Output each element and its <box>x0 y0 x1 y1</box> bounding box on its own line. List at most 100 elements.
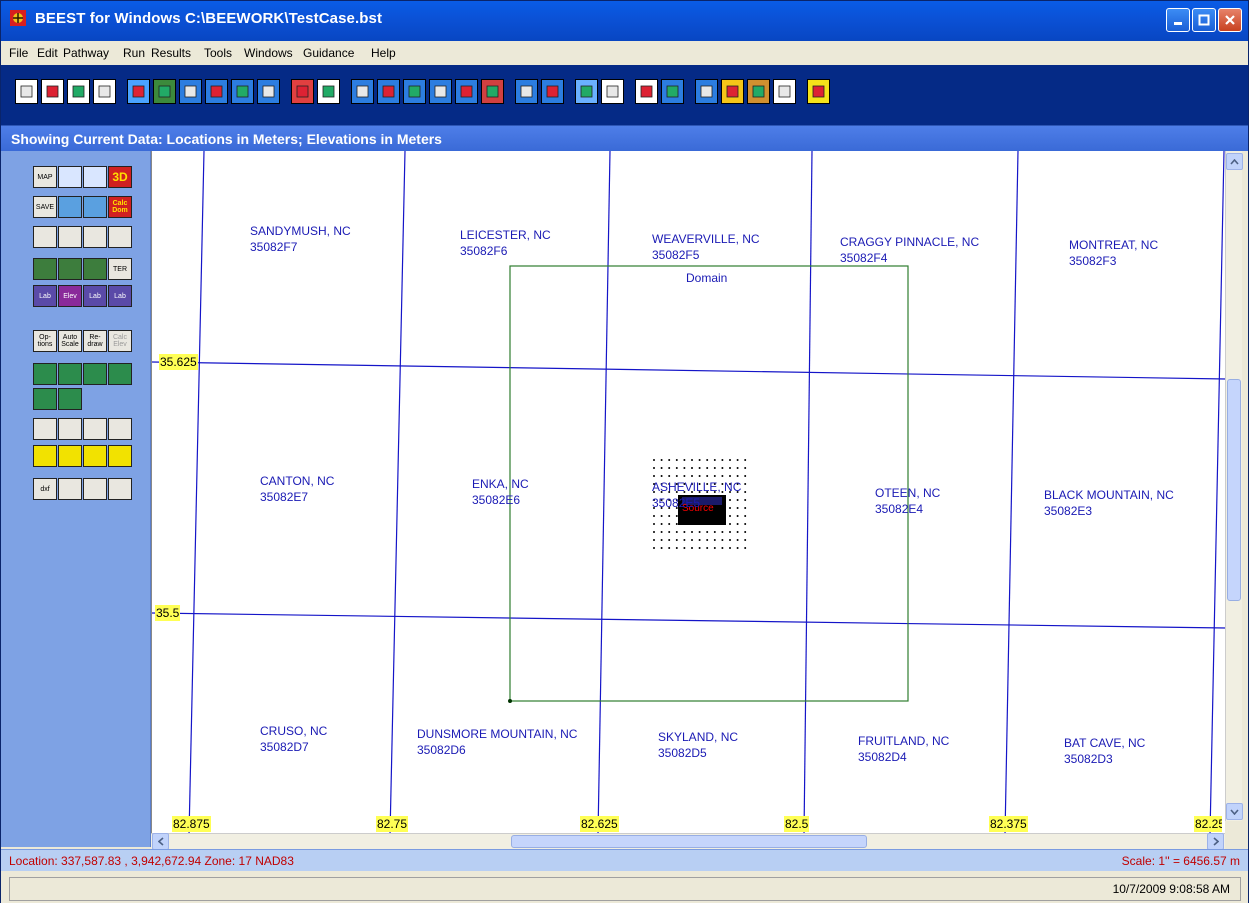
horizontal-scroll-thumb[interactable] <box>511 835 867 848</box>
save-tool-button[interactable] <box>67 79 90 104</box>
terrain-palette-button[interactable] <box>33 258 57 280</box>
plot-out-tool-button[interactable] <box>601 79 624 104</box>
menu-pathway[interactable]: Pathway <box>63 46 109 60</box>
elevation-tool-button[interactable] <box>231 79 254 104</box>
copy-palette-button[interactable] <box>58 478 82 500</box>
elev-palette-button[interactable]: Elev <box>58 285 82 307</box>
pan-hand-palette-button[interactable] <box>108 226 132 248</box>
points-tool-button[interactable] <box>179 79 202 104</box>
palette-row <box>33 418 132 440</box>
scroll-right-button[interactable] <box>1207 833 1224 850</box>
aermet-tool-button[interactable] <box>377 79 400 104</box>
line-palette-button[interactable] <box>108 445 132 467</box>
area-palette-button[interactable] <box>33 445 57 467</box>
dxf-palette-button[interactable]: dxf <box>33 478 57 500</box>
label-tool-button[interactable] <box>257 79 280 104</box>
contour-tool-button[interactable] <box>205 79 228 104</box>
calc-elev-palette-button[interactable]: Calc Elev <box>108 330 132 352</box>
aer-tool-button[interactable] <box>455 79 478 104</box>
zoom-out-palette-button[interactable] <box>58 226 82 248</box>
vertical-scroll-thumb[interactable] <box>1227 379 1241 601</box>
view-tool-button[interactable] <box>575 79 598 104</box>
autoscale-palette-button[interactable]: Auto Scale <box>58 330 82 352</box>
import-tool-button[interactable] <box>515 79 538 104</box>
print-map-palette-button[interactable] <box>58 166 82 188</box>
target-grid-palette-button[interactable] <box>83 196 107 218</box>
vertical-scrollbar[interactable] <box>1225 151 1243 821</box>
label-box-palette-button[interactable] <box>83 258 107 280</box>
scroll-down-button[interactable] <box>1226 803 1243 820</box>
zoom-reset-palette-button[interactable] <box>83 226 107 248</box>
menu-windows[interactable]: Windows <box>244 46 293 60</box>
title-bar[interactable]: BEEST for Windows C:\BEEWORK\TestCase.bs… <box>1 1 1248 41</box>
run-tool-button[interactable] <box>291 79 314 104</box>
tank-palette-button[interactable] <box>83 445 107 467</box>
print-tool-button[interactable] <box>93 79 116 104</box>
road-palette-button[interactable] <box>58 388 82 410</box>
help-tool-button[interactable] <box>807 79 830 104</box>
baermap-tool-button[interactable] <box>429 79 452 104</box>
source-palette-button[interactable] <box>33 363 57 385</box>
quad-code: 35082D5 <box>658 746 707 760</box>
ex-tool-button[interactable] <box>635 79 658 104</box>
maximize-button[interactable] <box>1192 8 1216 32</box>
map-tool-button[interactable] <box>661 79 684 104</box>
bpip-prime-tool-button[interactable] <box>351 79 374 104</box>
clock-tool-button[interactable] <box>721 79 744 104</box>
minimize-button[interactable] <box>1166 8 1190 32</box>
aermap-tool-button[interactable] <box>403 79 426 104</box>
building3-palette-button[interactable] <box>108 363 132 385</box>
menu-file[interactable]: File <box>9 46 28 60</box>
discrete-points-palette-button[interactable] <box>83 418 107 440</box>
building2-palette-button[interactable] <box>83 363 107 385</box>
grid-icon <box>322 85 335 98</box>
ter-palette-button[interactable]: TER <box>108 258 132 280</box>
3d-palette-button[interactable]: 3D <box>108 166 132 188</box>
bars-tool-button[interactable] <box>747 79 770 104</box>
lab-terrain-palette-button[interactable]: Lab <box>33 285 57 307</box>
receptor-grid-palette-button[interactable] <box>33 418 57 440</box>
save-map-palette-button[interactable] <box>83 166 107 188</box>
bpip-prime-icon <box>356 85 369 98</box>
volume-palette-button[interactable] <box>58 445 82 467</box>
menu-results[interactable]: Results <box>151 46 191 60</box>
redraw-palette-button[interactable]: Re- draw <box>83 330 107 352</box>
menu-guidance[interactable]: Guidance <box>303 46 354 60</box>
new-file-tool-button[interactable] <box>15 79 38 104</box>
open-folder-tool-button[interactable] <box>41 79 64 104</box>
points-palette-button[interactable] <box>58 258 82 280</box>
lab-box-palette-button[interactable]: Lab <box>83 285 107 307</box>
menu-tools[interactable]: Tools <box>204 46 232 60</box>
grid-palette-button[interactable] <box>58 196 82 218</box>
globe-tool-button[interactable] <box>481 79 504 104</box>
map-canvas[interactable]: Source Domain SANDYMUSH, NC 35082F7 LEICES… <box>151 151 1226 835</box>
horizontal-scrollbar[interactable] <box>151 833 1225 850</box>
prime-tool-button[interactable] <box>541 79 564 104</box>
cond-rural-tool-button[interactable] <box>127 79 150 104</box>
zoom-in-palette-button[interactable] <box>33 226 57 248</box>
fence-palette-button[interactable] <box>108 418 132 440</box>
calc-domain-palette-button[interactable]: Calc Dom <box>108 196 132 218</box>
close-button[interactable] <box>1218 8 1242 32</box>
terrain-tool-button[interactable] <box>153 79 176 104</box>
window-palette-button[interactable] <box>108 478 132 500</box>
graph-tool-button[interactable] <box>773 79 796 104</box>
scroll-up-button[interactable] <box>1226 153 1243 170</box>
delete-palette-button[interactable] <box>83 478 107 500</box>
map-label-palette-button[interactable]: MAP <box>33 166 57 188</box>
scroll-left-button[interactable] <box>152 833 169 850</box>
options-palette-button[interactable]: Op- tions <box>33 330 57 352</box>
menu-edit[interactable]: Edit <box>37 46 58 60</box>
lab-ter-palette-button[interactable]: Lab <box>108 285 132 307</box>
save-image-palette-button[interactable]: SAVE <box>33 196 57 218</box>
receptor-point <box>736 515 739 517</box>
quad-code: 35082E3 <box>1044 504 1093 518</box>
polar-grid-palette-button[interactable] <box>58 418 82 440</box>
area-source-palette-button[interactable] <box>33 388 57 410</box>
menu-help[interactable]: Help <box>371 46 396 60</box>
menu-run[interactable]: Run <box>123 46 145 60</box>
building-palette-button[interactable] <box>58 363 82 385</box>
grid-tool-button[interactable] <box>317 79 340 104</box>
calc-tool-button[interactable] <box>695 79 718 104</box>
receptor-point <box>698 459 701 461</box>
